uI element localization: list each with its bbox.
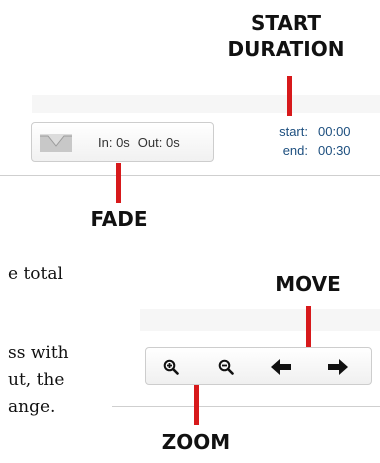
body-text-line-3: ut, the: [8, 370, 65, 390]
body-text-line-4: ange.: [8, 397, 56, 417]
start-duration-callout-line2: DURATION: [227, 37, 345, 61]
move-pointer-line: [306, 306, 311, 350]
start-row: start: 00:00: [270, 122, 351, 141]
move-right-button[interactable]: [319, 352, 357, 382]
body-text-line-1: e total: [8, 264, 63, 284]
fade-panel-divider: [0, 175, 380, 176]
toolbar-panel-divider: [112, 406, 380, 407]
end-time-value[interactable]: 00:30: [318, 141, 351, 160]
move-left-button[interactable]: [262, 352, 300, 382]
fade-in-value: In: 0s: [98, 135, 130, 150]
end-row: end: 00:30: [270, 141, 351, 160]
fade-out-value: Out: 0s: [137, 135, 180, 150]
start-label: start:: [279, 124, 308, 139]
fade-panel-background: [32, 95, 380, 113]
arrow-left-icon: [271, 359, 291, 375]
zoom-callout: ZOOM: [161, 430, 231, 454]
zoom-move-toolbar: [145, 347, 372, 385]
zoom-pointer-line: [194, 385, 199, 425]
fade-callout: FADE: [90, 207, 148, 231]
zoom-in-icon: [163, 359, 179, 375]
arrow-right-icon: [328, 359, 348, 375]
toolbar-panel-background: [140, 309, 380, 331]
zoom-in-button[interactable]: [152, 352, 190, 382]
zoom-out-button[interactable]: [207, 352, 245, 382]
body-text-line-2: ss with: [8, 343, 69, 363]
start-duration-callout-line1: START: [250, 11, 322, 35]
start-duration-callout: START DURATION: [216, 10, 356, 62]
start-duration-pointer-line: [287, 76, 292, 116]
zoom-out-icon: [218, 359, 234, 375]
fade-control[interactable]: In: 0s Out: 0s: [31, 122, 214, 162]
duration-display: start: 00:00 end: 00:30: [270, 122, 351, 160]
fade-pointer-line: [116, 163, 121, 203]
end-label: end:: [282, 143, 308, 158]
move-callout: MOVE: [275, 272, 341, 296]
fade-curve-icon: [40, 134, 72, 152]
fade-values: In: 0s Out: 0s: [98, 135, 180, 150]
start-time-value[interactable]: 00:00: [318, 122, 351, 141]
